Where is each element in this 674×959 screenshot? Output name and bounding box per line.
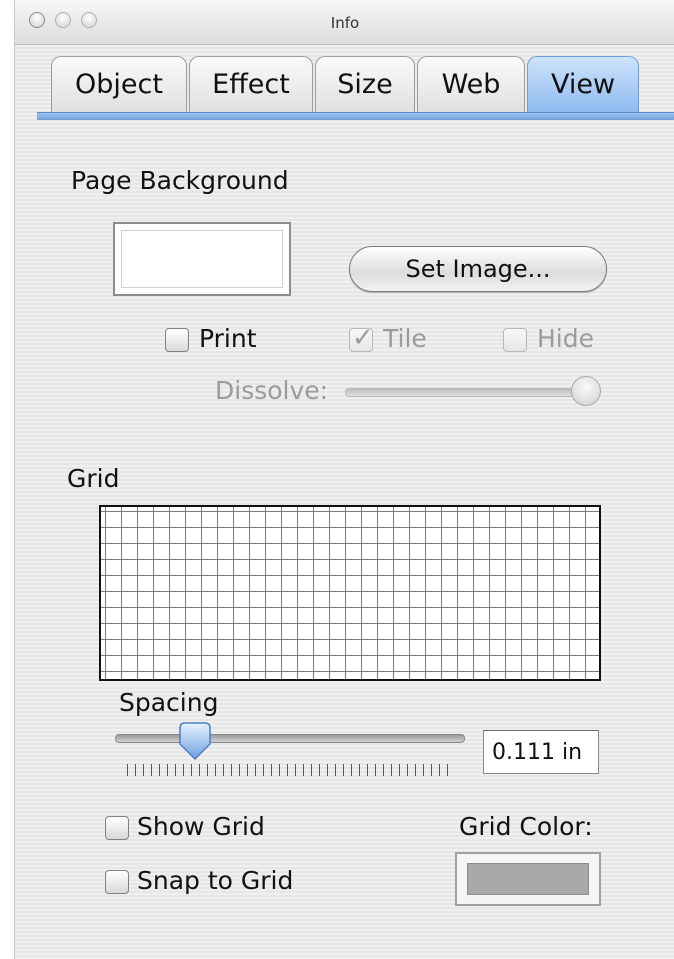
grid-heading: Grid [67,464,120,493]
page-background-heading: Page Background [71,166,289,195]
hide-label: Hide [537,324,594,353]
dissolve-slider[interactable] [345,388,599,397]
print-label: Print [199,324,257,353]
show-grid-label: Show Grid [137,812,265,841]
tab-object[interactable]: Object [51,56,187,112]
background-image-well[interactable] [113,222,291,296]
dissolve-label: Dissolve: [215,376,329,405]
tab-view[interactable]: View [527,56,639,112]
grid-color-well[interactable] [455,852,601,906]
tab-divider [37,112,674,120]
print-checkbox[interactable] [165,328,189,352]
show-grid-checkbox[interactable] [105,816,129,840]
tile-label: Tile [383,324,427,353]
dissolve-slider-knob[interactable] [571,376,601,406]
set-image-button[interactable]: Set Image... [349,246,607,292]
snap-to-grid-checkbox[interactable] [105,870,129,894]
spacing-slider[interactable] [115,734,465,743]
title-bar[interactable]: Info [15,0,674,45]
spacing-value-field[interactable]: 0.111 in [483,730,599,774]
spacing-tick-marks [127,764,455,776]
grid-color-label: Grid Color: [459,812,593,841]
tile-checkbox[interactable]: ✓ [349,323,374,353]
checkmark-icon: ✓ [352,323,374,353]
grid-preview [99,505,601,681]
tab-effect[interactable]: Effect [189,56,313,112]
hide-checkbox[interactable] [503,328,527,352]
tab-size[interactable]: Size [315,56,415,112]
grid-color-swatch [467,863,589,895]
spacing-label: Spacing [119,688,219,717]
spacing-slider-knob[interactable] [177,722,213,762]
snap-to-grid-label: Snap to Grid [137,866,294,895]
tab-web[interactable]: Web [417,56,525,112]
window-title: Info [330,14,360,32]
info-window: Info Object Effect Size Web View Page Ba… [14,0,674,959]
